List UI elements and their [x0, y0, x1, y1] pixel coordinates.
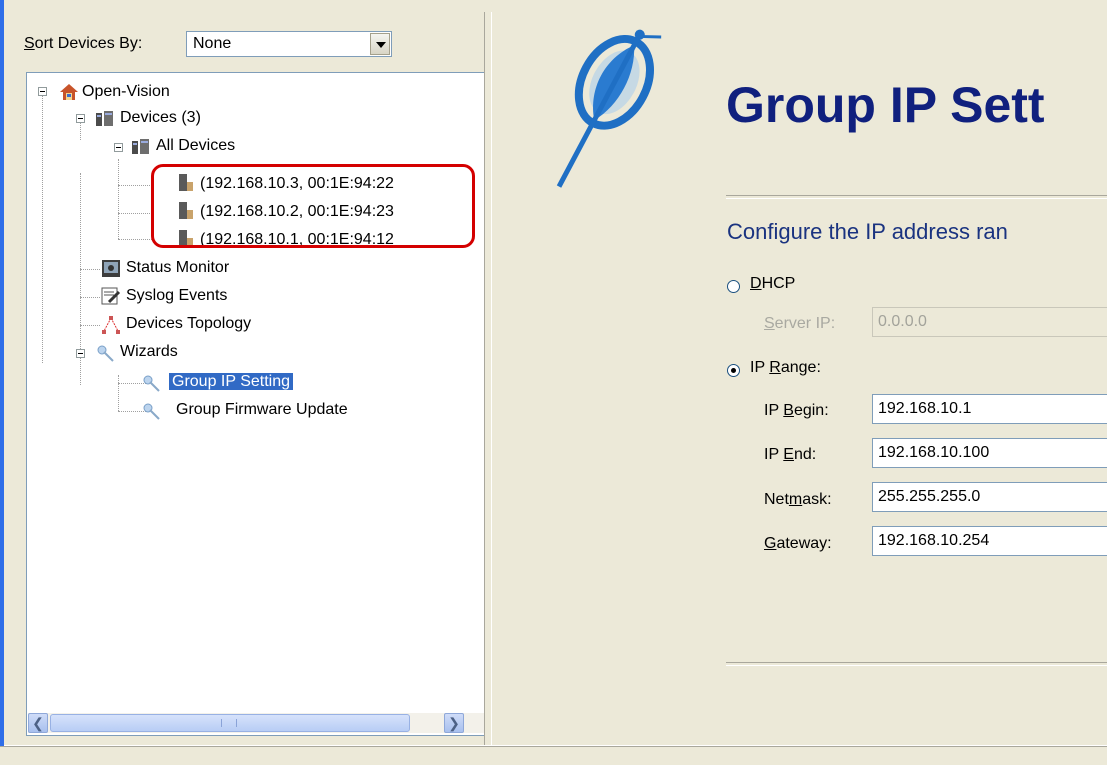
gateway-input[interactable]: 192.168.10.254 [872, 526, 1107, 556]
satellite-wand-logo [556, 29, 662, 188]
tree-node-all-devices[interactable]: All Devices [153, 135, 238, 157]
chevron-right-icon: ❯ [448, 715, 460, 731]
tree-line [118, 159, 119, 239]
wizard-icon [143, 375, 160, 392]
divider [726, 195, 1107, 199]
ip-begin-input[interactable]: 192.168.10.1 [872, 394, 1107, 424]
horizontal-scrollbar[interactable]: ❮ ❯ [28, 713, 484, 733]
tree-node-group-firmware-update[interactable]: Group Firmware Update [173, 399, 351, 421]
collapse-toggle[interactable] [38, 87, 47, 96]
device-tree[interactable]: Open-Vision Devices (3) All Devices (192… [26, 72, 486, 736]
chevron-left-icon: ❮ [32, 715, 44, 731]
tree-line [118, 185, 154, 186]
tree-node-group-ip-setting[interactable]: Group IP Setting [169, 371, 293, 393]
tree-node-status-monitor[interactable]: Status Monitor [123, 257, 232, 279]
scroll-right-button[interactable]: ❯ [444, 713, 464, 733]
tree-node-wizards[interactable]: Wizards [117, 341, 181, 363]
wizard-icon [143, 403, 160, 420]
scrollbar-thumb[interactable] [50, 714, 410, 732]
tree-node-devices[interactable]: Devices (3) [117, 107, 204, 129]
collapse-toggle[interactable] [76, 349, 85, 358]
syslog-icon [101, 287, 121, 305]
chevron-down-icon[interactable] [370, 33, 390, 55]
sort-devices-value: None [193, 35, 232, 52]
server-ip-label: Server IP: [764, 315, 836, 332]
tree-line [118, 213, 154, 214]
tree-line [80, 297, 100, 298]
dhcp-label[interactable]: DHCP [750, 275, 795, 293]
dhcp-radio[interactable] [727, 280, 740, 293]
tree-line [80, 269, 100, 270]
ip-end-label: IP End: [764, 446, 817, 463]
wizard-icon [97, 345, 114, 362]
status-bar [0, 746, 1107, 765]
tree-line [118, 239, 154, 240]
ip-range-radio[interactable] [727, 364, 740, 377]
tree-node-syslog-events[interactable]: Syslog Events [123, 285, 230, 307]
tree-line [118, 375, 119, 411]
topology-icon [102, 316, 120, 334]
gateway-label: Gateway: [764, 535, 832, 552]
netmask-input[interactable]: 255.255.255.0 [872, 482, 1107, 512]
monitor-icon [102, 260, 120, 277]
panel-splitter[interactable] [484, 12, 492, 746]
ip-range-label[interactable]: IP Range: [750, 359, 821, 377]
switch-icon [96, 111, 113, 126]
page-title: Group IP Sett [726, 77, 1045, 133]
ip-end-input[interactable]: 192.168.10.100 [872, 438, 1107, 468]
sort-devices-select[interactable]: None [186, 31, 392, 57]
collapse-toggle[interactable] [114, 143, 123, 152]
netmask-label: Netmask: [764, 491, 832, 508]
tree-node-devices-topology[interactable]: Devices Topology [123, 313, 254, 335]
tree-line [42, 95, 43, 363]
home-icon [60, 84, 78, 100]
tree-node-open-vision[interactable]: Open-Vision [79, 81, 173, 103]
sort-devices-label: Sort Devices By: [24, 35, 143, 52]
collapse-toggle[interactable] [76, 114, 85, 123]
tree-line [80, 325, 100, 326]
highlight-annotation [151, 164, 475, 248]
scroll-left-button[interactable]: ❮ [28, 713, 48, 733]
title-strip [0, 0, 1107, 14]
divider [726, 662, 1107, 666]
server-ip-input[interactable]: 0.0.0.0 [872, 307, 1107, 337]
ip-begin-label: IP Begin: [764, 402, 829, 419]
grip-icon [221, 719, 237, 727]
page-subtitle: Configure the IP address ran [727, 219, 1008, 244]
switch-icon [132, 139, 149, 154]
